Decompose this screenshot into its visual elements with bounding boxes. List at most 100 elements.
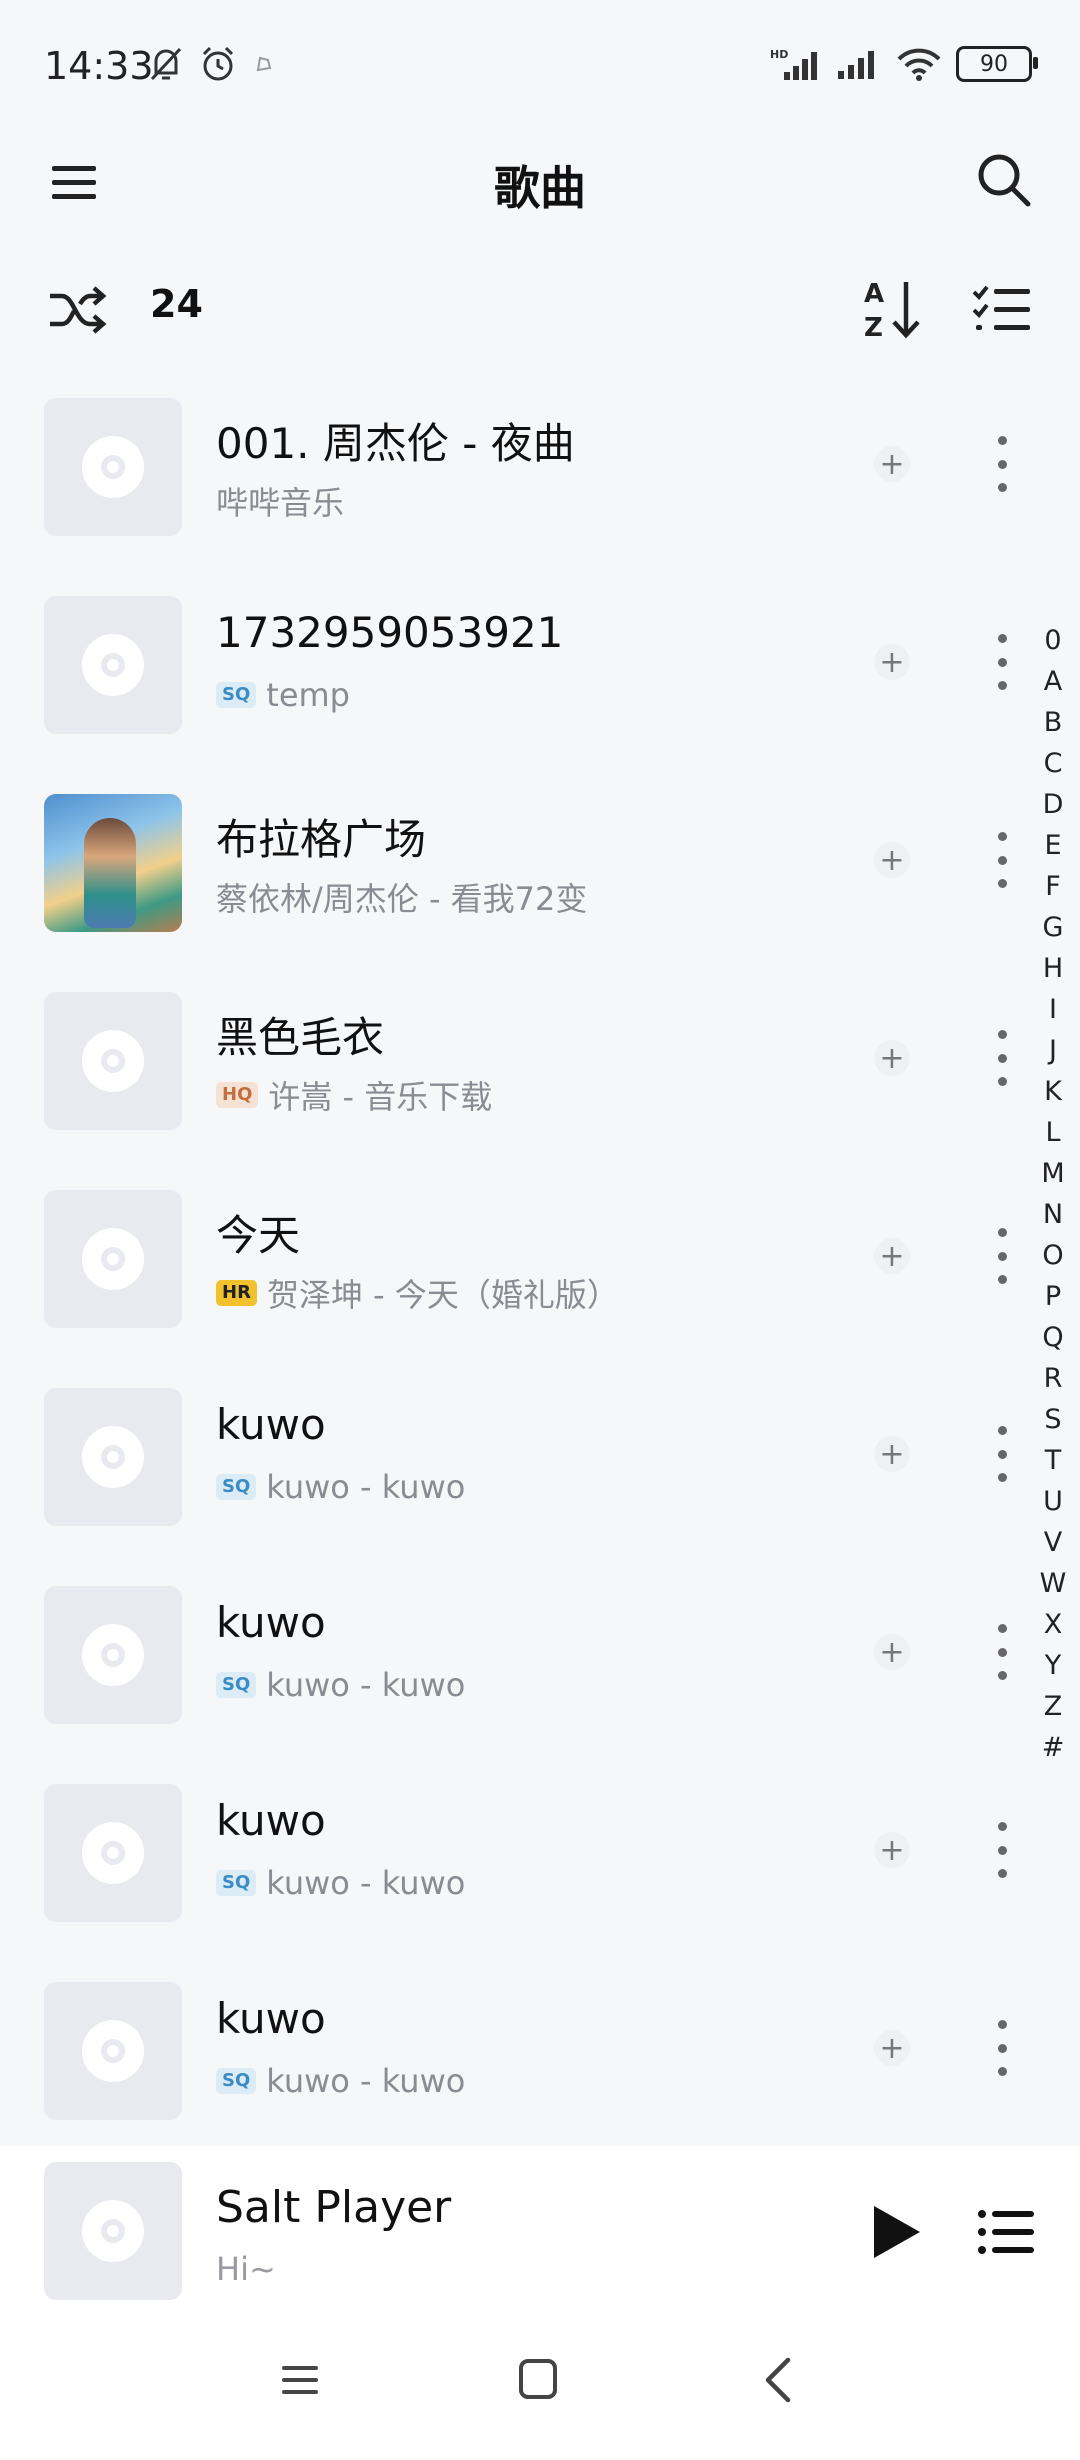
song-row[interactable]: 001. 周杰伦 - 夜曲 哔哔音乐 +	[0, 390, 1020, 588]
more-options-icon[interactable]	[984, 1228, 1020, 1284]
index-letter[interactable]: C	[1044, 743, 1063, 784]
status-time: 14:33	[44, 44, 154, 88]
index-letter[interactable]: S	[1044, 1399, 1061, 1440]
alarm-icon	[202, 46, 234, 81]
index-letter[interactable]: E	[1044, 825, 1061, 866]
mini-player[interactable]: Salt Player Hi~	[0, 2146, 1080, 2326]
play-icon[interactable]	[868, 2202, 924, 2262]
back-icon[interactable]	[760, 2356, 796, 2404]
app-header: 歌曲	[0, 130, 1080, 230]
battery-icon: 90	[956, 46, 1038, 82]
disc-icon	[82, 634, 144, 696]
add-to-queue-button[interactable]: +	[874, 1634, 910, 1670]
cover-placeholder	[44, 1784, 182, 1922]
index-letter[interactable]: 0	[1044, 620, 1061, 661]
more-options-icon[interactable]	[984, 1624, 1020, 1680]
add-to-queue-button[interactable]: +	[874, 644, 910, 680]
index-letter[interactable]: P	[1045, 1276, 1061, 1317]
system-nav-bar	[0, 2326, 1080, 2460]
index-letter[interactable]: J	[1049, 1030, 1057, 1071]
status-icons-left	[148, 44, 276, 84]
index-letter[interactable]: G	[1043, 907, 1064, 948]
song-title: 今天	[216, 1211, 301, 1260]
more-options-icon[interactable]	[984, 1030, 1020, 1086]
index-letter[interactable]: X	[1044, 1604, 1063, 1645]
song-subtitle: SQ temp	[216, 676, 350, 714]
more-options-icon[interactable]	[984, 2020, 1020, 2076]
status-bar: 14:33 HD 90	[0, 0, 1080, 130]
quality-badge: SQ	[216, 1672, 257, 1698]
multi-select-icon[interactable]	[970, 278, 1034, 342]
app-notification-icon	[256, 56, 272, 72]
index-letter[interactable]: B	[1044, 702, 1063, 743]
song-subtitle: SQ kuwo - kuwo	[216, 1666, 465, 1704]
song-row[interactable]: 布拉格广场 蔡依林/周杰伦 - 看我72变 +	[0, 786, 1020, 984]
quality-badge: SQ	[216, 2068, 257, 2094]
add-to-queue-button[interactable]: +	[874, 1040, 910, 1076]
song-row[interactable]: 黑色毛衣 HQ 许嵩 - 音乐下载 +	[0, 984, 1020, 1182]
disc-icon	[82, 2020, 144, 2082]
index-letter[interactable]: M	[1041, 1153, 1064, 1194]
index-letter[interactable]: R	[1044, 1358, 1063, 1399]
more-options-icon[interactable]	[984, 832, 1020, 888]
index-letter[interactable]: K	[1044, 1071, 1062, 1112]
album-art-image	[44, 794, 182, 932]
cover-placeholder	[44, 1982, 182, 2120]
add-to-queue-button[interactable]: +	[874, 842, 910, 878]
more-options-icon[interactable]	[984, 1426, 1020, 1482]
alphabet-index[interactable]: 0 A B C D E F G H I J K L M N O P Q R S …	[1038, 620, 1068, 1768]
more-options-icon[interactable]	[984, 634, 1020, 690]
signal-icon	[838, 51, 874, 79]
index-letter[interactable]: N	[1043, 1194, 1063, 1235]
song-row[interactable]: kuwo SQ kuwo - kuwo +	[0, 1578, 1020, 1776]
song-row[interactable]: 今天 HR 贺泽坤 - 今天（婚礼版） +	[0, 1182, 1020, 1380]
add-to-queue-button[interactable]: +	[874, 1832, 910, 1868]
index-letter[interactable]: I	[1049, 989, 1057, 1030]
song-title: kuwo	[216, 1994, 326, 2043]
search-icon[interactable]	[972, 148, 1036, 212]
song-title: kuwo	[216, 1400, 326, 1449]
index-letter[interactable]: A	[1044, 661, 1062, 702]
index-letter[interactable]: T	[1045, 1440, 1062, 1481]
song-row[interactable]: 1732959053921 SQ temp +	[0, 588, 1020, 786]
index-letter[interactable]: #	[1042, 1727, 1065, 1768]
mute-bell-icon	[150, 47, 182, 81]
album-cover	[44, 794, 182, 932]
index-letter[interactable]: V	[1044, 1522, 1062, 1563]
song-title: 布拉格广场	[216, 815, 427, 864]
quality-badge: SQ	[216, 1474, 257, 1500]
queue-list-icon[interactable]	[976, 2206, 1036, 2258]
index-letter[interactable]: H	[1043, 948, 1063, 989]
song-row[interactable]: kuwo SQ kuwo - kuwo +	[0, 1776, 1020, 1974]
index-letter[interactable]: Q	[1042, 1317, 1063, 1358]
add-to-queue-button[interactable]: +	[874, 2030, 910, 2066]
page-title: 歌曲	[494, 161, 586, 215]
wifi-icon	[897, 48, 941, 81]
song-row[interactable]: kuwo SQ kuwo - kuwo +	[0, 1974, 1020, 2172]
shuffle-icon[interactable]	[46, 280, 110, 340]
disc-icon	[82, 436, 144, 498]
sort-az-icon[interactable]: AZ	[862, 274, 922, 344]
add-to-queue-button[interactable]: +	[874, 446, 910, 482]
index-letter[interactable]: U	[1043, 1481, 1063, 1522]
song-title: kuwo	[216, 1796, 326, 1845]
disc-icon	[82, 1030, 144, 1092]
index-letter[interactable]: L	[1045, 1112, 1060, 1153]
home-icon[interactable]	[516, 2356, 560, 2402]
more-options-icon[interactable]	[984, 1822, 1020, 1878]
index-letter[interactable]: D	[1043, 784, 1064, 825]
song-count: 24	[150, 282, 203, 326]
add-to-queue-button[interactable]: +	[874, 1436, 910, 1472]
index-letter[interactable]: O	[1042, 1235, 1063, 1276]
recents-icon[interactable]	[278, 2358, 322, 2402]
song-subtitle: SQ kuwo - kuwo	[216, 2062, 465, 2100]
index-letter[interactable]: F	[1045, 866, 1061, 907]
index-letter[interactable]: Z	[1044, 1686, 1063, 1727]
more-options-icon[interactable]	[984, 436, 1020, 492]
song-row[interactable]: kuwo SQ kuwo - kuwo +	[0, 1380, 1020, 1578]
index-letter[interactable]: Y	[1045, 1645, 1062, 1686]
index-letter[interactable]: W	[1040, 1563, 1067, 1604]
add-to-queue-button[interactable]: +	[874, 1238, 910, 1274]
song-subtitle: SQ kuwo - kuwo	[216, 1864, 465, 1902]
song-title: kuwo	[216, 1598, 326, 1647]
